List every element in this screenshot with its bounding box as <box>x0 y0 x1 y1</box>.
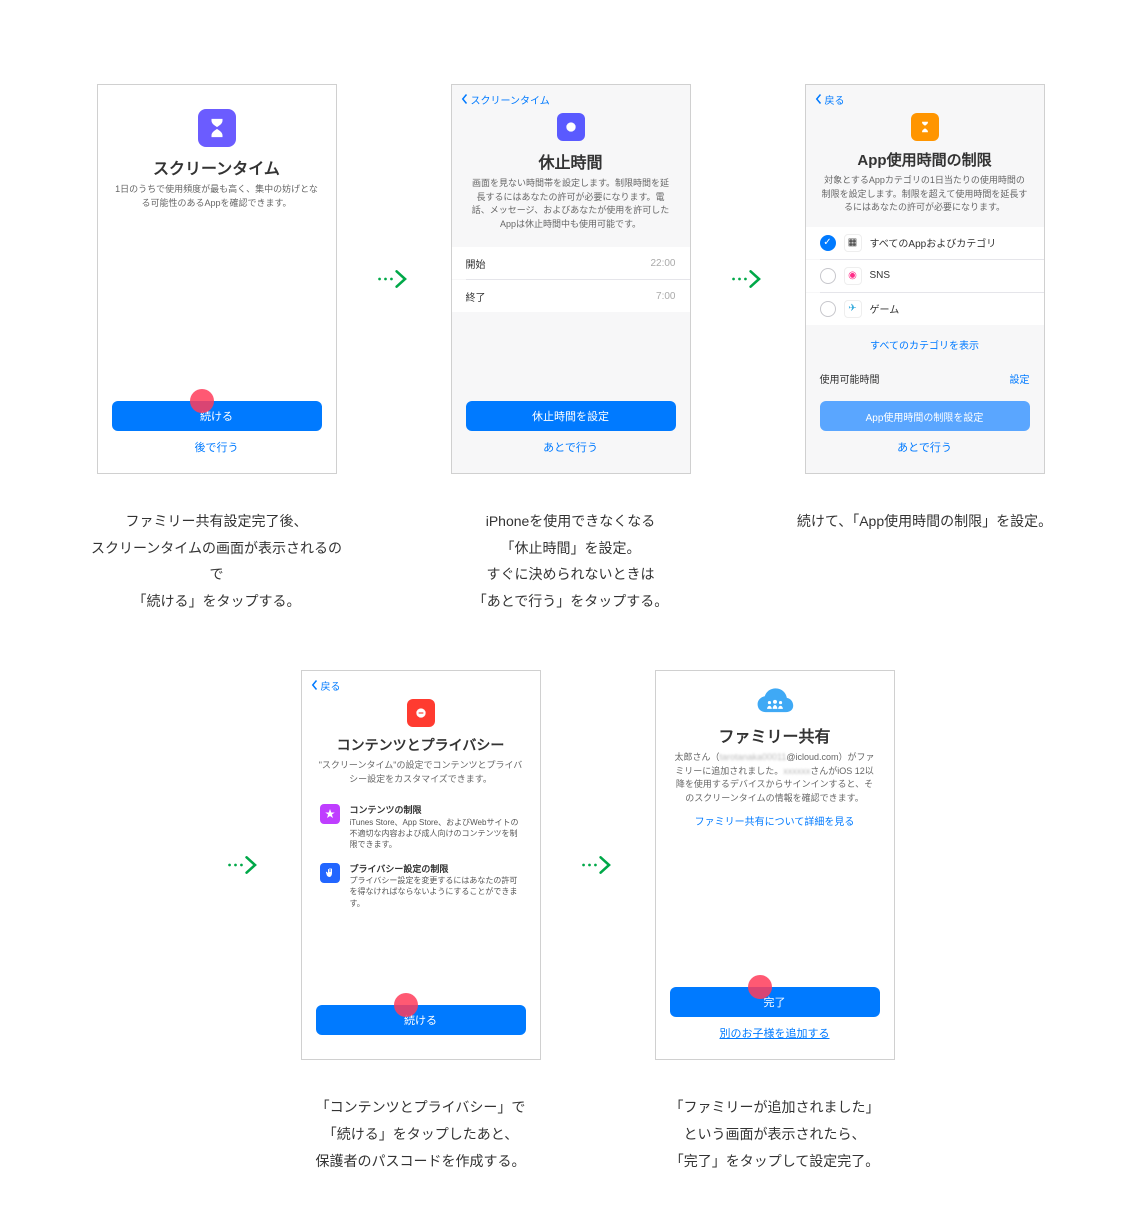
title-2: 休止時間 <box>452 149 690 173</box>
moon-icon <box>557 113 585 141</box>
start-row[interactable]: 開始22:00 <box>452 247 690 279</box>
cat-row-2[interactable]: ✈ ゲーム <box>806 293 1044 325</box>
cat-label: すべてのAppおよびカテゴリ <box>870 235 997 250</box>
cloud-family-icon <box>756 687 794 715</box>
desc-3: 対象とするAppカテゴリの1日当たりの使用時間の制限を設定します。制限を超えて使… <box>806 170 1044 219</box>
step-4: 戻る コンテンツとプライバシー "スクリーンタイム"の設定でコンテンツとプライバ… <box>281 670 561 1174</box>
cat-row-0[interactable]: ▦ すべてのAppおよびカテゴリ <box>806 227 1044 259</box>
title-5: ファミリー共有 <box>656 723 894 747</box>
cat-row-1[interactable]: ◉ SNS <box>806 260 1044 292</box>
step-5: ファミリー共有 太郎さん（tarotanaka00011@icloud.com）… <box>635 670 915 1174</box>
arrow-icon <box>377 84 411 474</box>
desc-2: 画面を見ない時間帯を設定します。制限時間を延長するにはあなたの許可が必要になりま… <box>452 173 690 235</box>
title-1: スクリーンタイム <box>98 155 336 179</box>
show-all-categories[interactable]: すべてのカテゴリを表示 <box>806 325 1044 364</box>
nav-back-4[interactable]: 戻る <box>310 678 341 693</box>
arrow-icon <box>227 670 261 1060</box>
row-1: スクリーンタイム 1日のうちで使用頻度が最も高く、集中の妨げとなる可能性のあるA… <box>0 0 1141 614</box>
caption-1: ファミリー共有設定完了後、 スクリーンタイムの画面が表示されるので 「続ける」を… <box>77 508 357 614</box>
nav-2: スクリーンタイム <box>452 85 690 113</box>
tap-indicator <box>748 975 772 999</box>
checkbox-off[interactable] <box>820 301 836 317</box>
step-3: 戻る App使用時間の制限 対象とするAppカテゴリの1日当たりの使用時間の制限… <box>785 84 1065 535</box>
caption-3: 続けて、「App使用時間の制限」を設定。 <box>789 508 1060 535</box>
cat-label: ゲーム <box>870 301 900 316</box>
title-3: App使用時間の制限 <box>806 149 1044 170</box>
set-limit-button[interactable]: App使用時間の制限を設定 <box>820 401 1030 431</box>
hourglass-icon <box>198 109 236 147</box>
phone-2: スクリーンタイム 休止時間 画面を見ない時間帯を設定します。制限時間を延長するに… <box>451 84 691 474</box>
later-link-3[interactable]: あとで行う <box>806 431 1044 463</box>
continue-button-1[interactable]: 続ける <box>112 401 322 431</box>
arrow-icon <box>581 670 615 1060</box>
caption-2: iPhoneを使用できなくなる 「休止時間」を設定。 すぐに決められないときは … <box>465 508 677 614</box>
arrow-icon <box>731 84 765 474</box>
desc-4: "スクリーンタイム"の設定でコンテンツとプライバシー設定をカスタマイズできます。 <box>302 755 540 790</box>
desc-1: 1日のうちで使用頻度が最も高く、集中の妨げとなる可能性のあるAppを確認できます… <box>98 179 336 214</box>
time-row[interactable]: 使用可能時間 設定 <box>806 364 1044 394</box>
shield-icon <box>407 699 435 727</box>
tap-indicator <box>190 389 214 413</box>
cat-label: SNS <box>870 270 891 281</box>
end-row[interactable]: 終了7:00 <box>452 280 690 312</box>
caption-4: 「コンテンツとプライバシー」で 「続ける」をタップしたあと、 保護者のパスコード… <box>308 1094 534 1174</box>
game-icon: ✈ <box>844 300 862 318</box>
step-2: スクリーンタイム 休止時間 画面を見ない時間帯を設定します。制限時間を延長するに… <box>431 84 711 614</box>
set-downtime-button[interactable]: 休止時間を設定 <box>466 401 676 431</box>
title-4: コンテンツとプライバシー <box>302 735 540 755</box>
desc-5: 太郎さん（tarotanaka00011@icloud.com）がファミリーに追… <box>656 747 894 809</box>
checkbox-on[interactable] <box>820 235 836 251</box>
caption-5: 「ファミリーが追加されました」 という画面が表示されたら、 「完了」をタップして… <box>662 1094 888 1174</box>
done-button[interactable]: 完了 <box>670 987 880 1017</box>
add-child-link[interactable]: 別のお子様を追加する <box>656 1017 894 1049</box>
all-apps-icon: ▦ <box>844 234 862 252</box>
learn-more[interactable]: ファミリー共有について詳細を見る <box>656 809 894 832</box>
sns-icon: ◉ <box>844 267 862 285</box>
feature-privacy: プライバシー設定の制限プライバシー設定を変更するにはあなたの許可を得なければなら… <box>302 857 540 915</box>
nav-back-2[interactable]: スクリーンタイム <box>460 92 550 107</box>
star-icon <box>320 804 340 824</box>
checkbox-off[interactable] <box>820 268 836 284</box>
phone-4: 戻る コンテンツとプライバシー "スクリーンタイム"の設定でコンテンツとプライバ… <box>301 670 541 1060</box>
nav-back-3[interactable]: 戻る <box>814 92 845 107</box>
hand-icon <box>320 863 340 883</box>
later-link-2[interactable]: あとで行う <box>452 431 690 463</box>
phone-3: 戻る App使用時間の制限 対象とするAppカテゴリの1日当たりの使用時間の制限… <box>805 84 1045 474</box>
phone-5: ファミリー共有 太郎さん（tarotanaka00011@icloud.com）… <box>655 670 895 1060</box>
nav-3: 戻る <box>806 85 1044 113</box>
later-link-1[interactable]: 後で行う <box>98 431 336 463</box>
row-2: 戻る コンテンツとプライバシー "スクリーンタイム"の設定でコンテンツとプライバ… <box>0 614 1141 1174</box>
phone-1: スクリーンタイム 1日のうちで使用頻度が最も高く、集中の妨げとなる可能性のあるA… <box>97 84 337 474</box>
step-1: スクリーンタイム 1日のうちで使用頻度が最も高く、集中の妨げとなる可能性のあるA… <box>77 84 357 614</box>
hourglass-small-icon <box>911 113 939 141</box>
continue-button-4[interactable]: 続ける <box>316 1005 526 1035</box>
feature-content: コンテンツの制限iTunes Store、App Store、およびWebサイト… <box>302 798 540 856</box>
tap-indicator <box>394 993 418 1017</box>
nav-4: 戻る <box>302 671 540 699</box>
